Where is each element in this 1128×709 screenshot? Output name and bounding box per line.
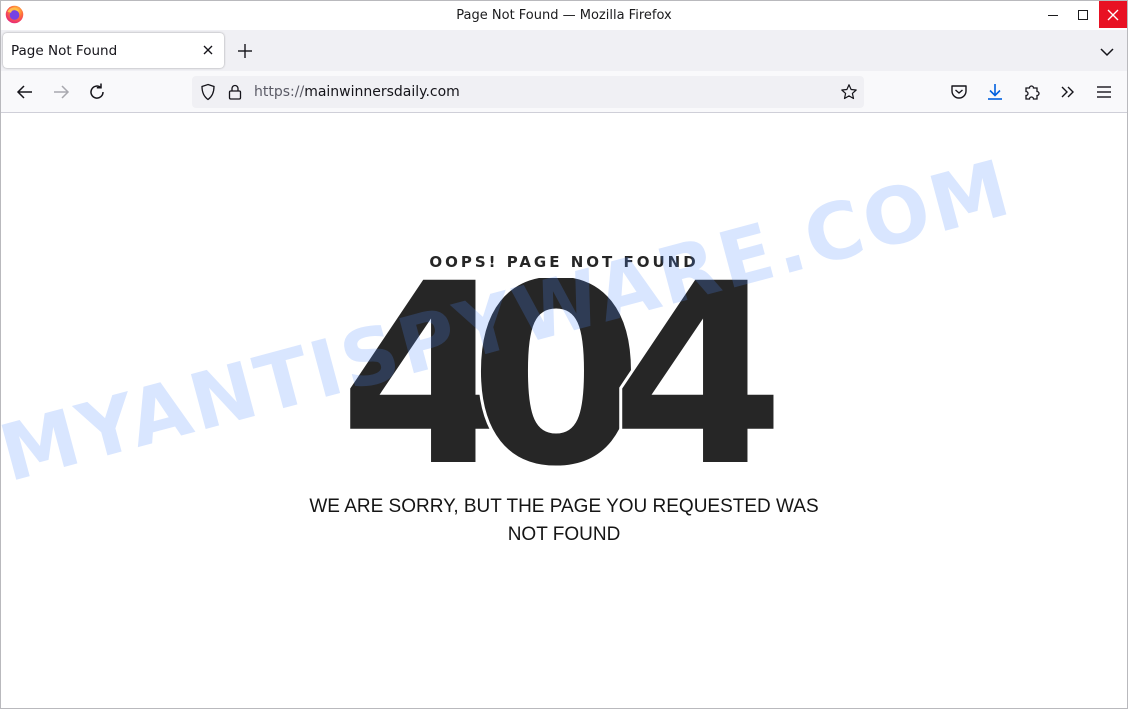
pocket-icon[interactable]	[947, 80, 971, 104]
url-text[interactable]: https://mainwinnersdaily.com	[254, 84, 460, 100]
url-scheme: https://	[254, 84, 305, 100]
error-message: WE ARE SORRY, BUT THE PAGE YOU REQUESTED…	[1, 493, 1127, 549]
new-tab-plus-icon[interactable]	[233, 39, 257, 63]
reload-icon[interactable]	[85, 80, 109, 104]
list-all-tabs-chevron-down-icon[interactable]	[1095, 40, 1119, 64]
navigation-toolbar: https://mainwinnersdaily.com	[1, 71, 1127, 113]
extensions-puzzle-icon[interactable]	[1020, 80, 1044, 104]
tab-title: Page Not Found	[11, 43, 118, 59]
close-icon	[1107, 9, 1119, 20]
title-bar: Page Not Found — Mozilla Firefox	[1, 1, 1127, 30]
close-window-button[interactable]	[1099, 1, 1127, 28]
tab-strip: Page Not Found	[1, 30, 1127, 71]
minimize-button[interactable]	[1038, 1, 1068, 28]
error-message-line-1: WE ARE SORRY, BUT THE PAGE YOU REQUESTED…	[309, 496, 819, 517]
tab-close-icon[interactable]	[200, 42, 216, 58]
browser-window: Page Not Found — Mozilla Firefox Page No…	[0, 0, 1128, 709]
url-host: mainwinnersdaily.com	[304, 84, 460, 100]
forward-arrow-icon[interactable]	[49, 80, 73, 104]
url-bar[interactable]: https://mainwinnersdaily.com	[192, 76, 864, 108]
minimize-icon	[1048, 14, 1058, 16]
tab-page-not-found[interactable]: Page Not Found	[3, 33, 224, 68]
maximize-button[interactable]	[1068, 1, 1098, 28]
bookmark-star-icon[interactable]	[840, 83, 858, 101]
overflow-chevrons-icon[interactable]	[1056, 80, 1080, 104]
page-content: OOPS! PAGE NOT FOUND 4 0 4 WE ARE SORRY,…	[1, 113, 1127, 708]
downloads-icon[interactable]	[983, 80, 1007, 104]
tracking-protection-shield-icon[interactable]	[199, 83, 217, 101]
maximize-icon	[1078, 9, 1088, 20]
error-code-404: 4 0 4	[339, 278, 788, 468]
window-title: Page Not Found — Mozilla Firefox	[456, 8, 672, 23]
back-arrow-icon[interactable]	[13, 80, 37, 104]
page-heading: OOPS! PAGE NOT FOUND	[429, 253, 699, 271]
error-code-digit-3: 4	[611, 278, 785, 468]
padlock-icon[interactable]	[226, 83, 244, 101]
error-message-line-2: NOT FOUND	[507, 524, 621, 545]
hamburger-menu-icon[interactable]	[1092, 80, 1116, 104]
